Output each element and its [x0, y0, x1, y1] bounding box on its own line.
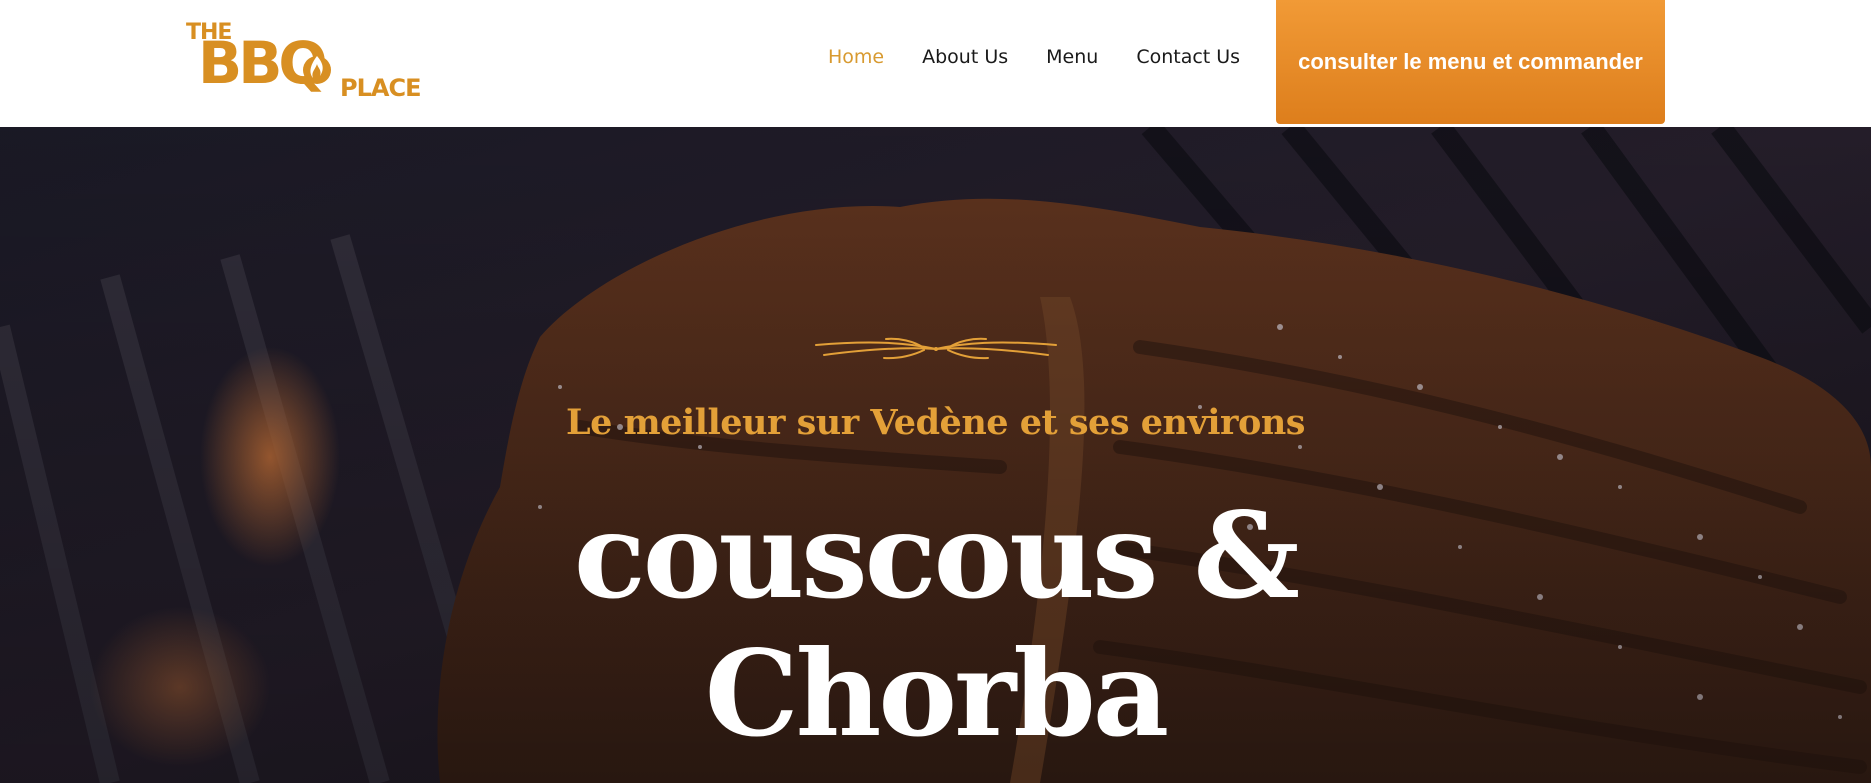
- site-header: THE BBQ PLACE Home About Us Menu Contact…: [0, 0, 1871, 127]
- order-menu-button[interactable]: consulter le menu et commander: [1276, 0, 1665, 124]
- main-nav: Home About Us Menu Contact Us: [828, 46, 1240, 68]
- hero-section: Le meilleur sur Vedène et ses environs c…: [0, 127, 1871, 783]
- wheat-flourish-icon: [815, 337, 1057, 360]
- hero-headline-line-2: Chorba: [704, 624, 1170, 763]
- hero-eyebrow: Le meilleur sur Vedène et ses environs: [566, 402, 1306, 443]
- logo-text-place: PLACE: [340, 74, 421, 102]
- flame-icon: [303, 56, 331, 84]
- nav-home[interactable]: Home: [828, 46, 884, 68]
- hero-headline-line-1: couscous &: [573, 486, 1300, 625]
- nav-menu[interactable]: Menu: [1046, 46, 1098, 68]
- hero-headline: couscous & Chorba: [0, 487, 1871, 763]
- bbq-place-logo[interactable]: THE BBQ PLACE: [184, 18, 421, 102]
- nav-about-us[interactable]: About Us: [922, 46, 1008, 68]
- nav-contact-us[interactable]: Contact Us: [1136, 46, 1240, 68]
